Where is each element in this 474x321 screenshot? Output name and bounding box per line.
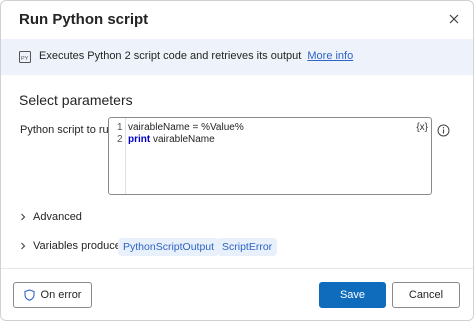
- shield-icon: [23, 289, 35, 301]
- code-line: print vairableName: [128, 134, 215, 145]
- code-line: vairableName = %Value%: [128, 122, 244, 133]
- save-button[interactable]: Save: [319, 282, 386, 308]
- line-number: 2: [117, 134, 123, 145]
- on-error-label: On error: [40, 289, 82, 301]
- advanced-label: Advanced: [33, 211, 82, 223]
- chevron-right-icon: [21, 213, 26, 221]
- python-file-icon: PY: [19, 51, 31, 63]
- advanced-toggle[interactable]: Advanced: [19, 211, 82, 223]
- footer-divider: [1, 268, 473, 269]
- variables-produced-toggle[interactable]: Variables produced: [19, 240, 127, 252]
- insert-variable-button[interactable]: {x}: [416, 122, 428, 133]
- close-button[interactable]: [445, 10, 463, 28]
- line-number: 1: [117, 122, 123, 133]
- python-script-label: Python script to run:: [20, 124, 118, 136]
- section-title: Select parameters: [19, 92, 133, 108]
- chevron-right-icon: [21, 242, 26, 250]
- close-icon: [449, 14, 459, 24]
- variable-pill-python-script-output[interactable]: PythonScriptOutput: [118, 238, 220, 256]
- python-script-editor[interactable]: 1 2 vairableName = %Value% print vairabl…: [108, 117, 432, 195]
- svg-text:PY: PY: [21, 56, 29, 62]
- info-text: Executes Python 2 script code and retrie…: [39, 50, 302, 62]
- code-text: vairableName: [150, 134, 215, 145]
- code-keyword: print: [128, 134, 151, 145]
- variable-pill-script-error[interactable]: ScriptError: [217, 238, 278, 256]
- info-bar: PY Executes Python 2 script code and ret…: [1, 39, 473, 75]
- dialog-title: Run Python script: [19, 11, 149, 28]
- variables-produced-label: Variables produced: [33, 240, 127, 252]
- cancel-button[interactable]: Cancel: [392, 282, 460, 308]
- run-python-script-dialog: Run Python script PY Executes Python 2 s…: [0, 0, 474, 321]
- info-description: Executes Python 2 script code and retrie…: [39, 50, 353, 62]
- on-error-button[interactable]: On error: [13, 282, 92, 308]
- info-icon[interactable]: [437, 124, 450, 137]
- more-info-link[interactable]: More info: [307, 50, 353, 62]
